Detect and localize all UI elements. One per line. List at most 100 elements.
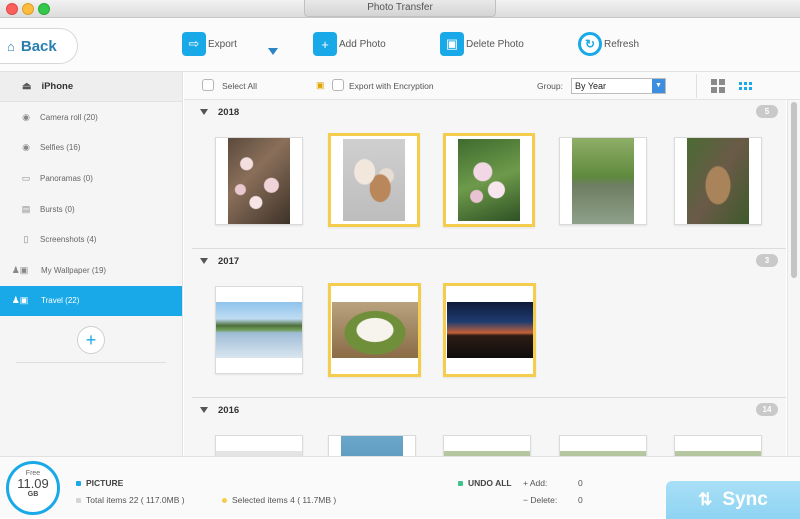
view-toggle — [696, 74, 799, 98]
sidebar-item-selfies[interactable]: ◉ Selfies (16) — [0, 133, 182, 164]
photo-thumbnail[interactable] — [215, 286, 303, 374]
photo-image — [458, 139, 520, 221]
group-select[interactable]: By Year ▼ — [571, 78, 666, 94]
photo-thumbnail-selected[interactable] — [443, 283, 536, 377]
photo-image — [216, 302, 302, 358]
bursts-icon: ▤ — [21, 203, 31, 214]
export-icon: ⇨ — [182, 32, 206, 56]
large-grid-view-icon[interactable] — [711, 79, 725, 93]
user-photo-icon: ♟▣ — [11, 264, 29, 275]
photo-thumbnail[interactable] — [559, 137, 647, 225]
selected-dot-icon — [222, 498, 227, 504]
select-all-label: Select All — [222, 81, 257, 91]
sidebar-divider — [16, 362, 166, 364]
category-label: PICTURE — [76, 478, 123, 488]
sidebar-item-panoramas[interactable]: ▭ Panoramas (0) — [0, 163, 182, 194]
photo-thumbnail-selected[interactable] — [328, 133, 420, 227]
vertical-scrollbar[interactable] — [787, 100, 800, 456]
add-album-button[interactable]: + — [77, 326, 105, 355]
undo-dot-icon — [458, 481, 463, 487]
photo-thumbnail[interactable] — [215, 435, 303, 456]
photo-image — [331, 302, 418, 358]
sync-button[interactable]: ⇅ Sync — [666, 481, 800, 519]
back-button[interactable]: ⌂ Back — [0, 28, 78, 64]
photo-thumbnail-selected[interactable] — [328, 283, 421, 377]
sidebar-item-label: Screenshots (4) — [40, 235, 97, 245]
sidebar-item-label: Travel (22) — [41, 296, 80, 306]
export-button[interactable]: ⇨ Export — [182, 32, 237, 56]
total-items-label: Total items 22 ( 117.0MB ) — [76, 495, 185, 505]
select-all-checkbox[interactable] — [202, 79, 214, 91]
photo-count-badge: 14 — [756, 403, 778, 416]
year-group-2017: 2017 3 — [184, 249, 786, 273]
sidebar-item-label: My Wallpaper (19) — [41, 265, 107, 275]
small-grid-view-icon[interactable] — [739, 79, 753, 93]
panorama-icon: ▭ — [21, 172, 31, 183]
export-label: Export — [208, 38, 237, 50]
photo-thumbnail[interactable] — [215, 137, 303, 225]
export-dropdown-chevron-icon[interactable] — [268, 48, 278, 55]
zoom-window-button[interactable] — [38, 3, 50, 15]
refresh-icon: ↻ — [578, 32, 602, 56]
export-encryption-checkbox[interactable] — [332, 79, 344, 91]
refresh-button[interactable]: ↻ Refresh — [578, 32, 639, 56]
close-window-button[interactable] — [6, 3, 18, 15]
undo-all-text: UNDO ALL — [468, 478, 512, 488]
window-title: Photo Transfer — [304, 0, 496, 17]
year-group-header[interactable]: 2016 — [184, 398, 786, 422]
collapse-triangle-icon[interactable] — [200, 407, 208, 413]
device-name: iPhone — [41, 81, 74, 92]
delete-photo-button[interactable]: ▣ Delete Photo — [440, 32, 524, 56]
collapse-triangle-icon[interactable] — [200, 109, 208, 115]
refresh-label: Refresh — [604, 38, 640, 50]
add-count-value: 0 — [578, 478, 583, 488]
year-group-header[interactable]: 2018 — [184, 100, 786, 124]
toolbar: ⌂ Back ⇨ Export + Add Photo ▣ Delete Pho… — [0, 18, 800, 72]
sidebar-item-my-wallpaper[interactable]: ♟▣ My Wallpaper (19) — [0, 255, 182, 286]
group-label: Group: — [537, 81, 563, 91]
title-bar: Photo Transfer — [0, 0, 800, 18]
photo-thumbnail-selected[interactable] — [443, 133, 535, 227]
minimize-window-button[interactable] — [22, 3, 34, 15]
photo-thumbnail[interactable] — [559, 435, 647, 456]
year-label: 2016 — [218, 404, 240, 416]
category-dot-icon — [76, 481, 81, 487]
camera-icon: ◉ — [22, 111, 30, 122]
plus-icon: + — [85, 329, 97, 350]
photo-thumbnail[interactable] — [674, 137, 762, 225]
delete-count-label: − Delete: — [523, 495, 558, 505]
photo-image — [572, 138, 634, 224]
sidebar-item-screenshots[interactable]: ▯ Screenshots (4) — [0, 224, 182, 255]
sync-icon: ⇅ — [698, 490, 713, 509]
photo-image — [687, 138, 749, 224]
photo-count-badge: 3 — [756, 254, 778, 267]
add-photo-button[interactable]: + Add Photo — [313, 32, 386, 56]
home-icon: ⌂ — [7, 38, 15, 54]
add-photo-icon: + — [313, 32, 337, 56]
back-label: Back — [20, 37, 57, 55]
sidebar-item-camera-roll[interactable]: ◉ Camera roll (20) — [0, 102, 182, 133]
sidebar-item-label: Selfies (16) — [40, 143, 81, 153]
collapse-triangle-icon[interactable] — [200, 258, 208, 264]
photo-thumbnail[interactable] — [443, 435, 531, 456]
total-items-text: Total items 22 ( 117.0MB ) — [86, 495, 185, 505]
undo-all-button[interactable]: UNDO ALL — [458, 478, 512, 488]
eject-icon[interactable]: ⏏ — [22, 81, 31, 92]
sidebar-item-travel[interactable]: ♟▣ Travel (22) — [0, 285, 182, 317]
photo-image — [228, 138, 290, 224]
delete-photo-label: Delete Photo — [466, 38, 524, 50]
photo-thumbnail[interactable] — [328, 435, 416, 456]
device-iphone[interactable]: ⏏ iPhone — [0, 72, 182, 102]
photo-thumbnail[interactable] — [674, 435, 762, 456]
year-group-header[interactable]: 2017 — [184, 249, 786, 273]
lock-icon: ▣ — [316, 80, 325, 90]
selected-items-label: Selected items 4 ( 11.7MB ) — [222, 495, 336, 505]
phone-icon: ▯ — [23, 234, 29, 245]
storage-unit: GB — [27, 491, 39, 498]
storage-value: 11.09 — [17, 476, 49, 491]
scrollbar-thumb[interactable] — [791, 102, 797, 278]
user-photo-icon: ♟▣ — [11, 295, 29, 306]
sync-label: Sync — [722, 489, 768, 510]
sidebar-item-bursts[interactable]: ▤ Bursts (0) — [0, 194, 182, 225]
year-label: 2018 — [218, 106, 240, 118]
